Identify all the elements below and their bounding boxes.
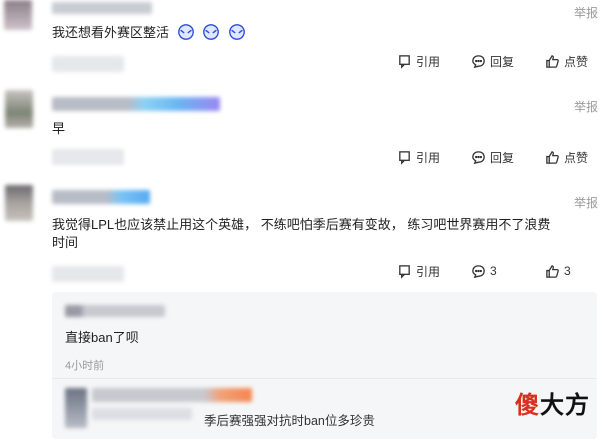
like-button[interactable]: 3 xyxy=(545,263,571,279)
quote-button[interactable]: 引用 xyxy=(397,263,440,279)
watermark-char-red: 傻 xyxy=(515,391,540,419)
like-button[interactable]: 点赞 xyxy=(545,149,588,165)
username[interactable] xyxy=(52,2,152,14)
comment-text: 我还想看外赛区整活 xyxy=(52,23,246,42)
reply-divider xyxy=(52,378,597,379)
report-link[interactable]: 举报 xyxy=(574,194,598,211)
thumbs-up-icon xyxy=(546,150,559,164)
comment-text-content: 我还想看外赛区整活 xyxy=(52,25,170,40)
timestamp xyxy=(52,149,124,165)
comment-text-line: 我觉得LPL也应该禁止用这个英雄， 不练吧怕季后赛有变故， 练习吧世界赛用不了浪… xyxy=(52,217,551,232)
quote-icon xyxy=(399,54,410,69)
reply-avatar[interactable] xyxy=(65,388,87,428)
comment-text: 早 xyxy=(52,121,66,136)
watermark-char-black: 大方 xyxy=(540,391,590,419)
like-label: 点赞 xyxy=(564,150,589,165)
username[interactable] xyxy=(52,190,150,204)
reply-bubble-icon xyxy=(472,54,485,68)
username[interactable] xyxy=(52,97,220,111)
quote-icon xyxy=(399,150,410,165)
avatar[interactable] xyxy=(5,90,33,128)
avatar[interactable] xyxy=(5,185,33,221)
quote-label: 引用 xyxy=(416,150,441,165)
reply-username[interactable] xyxy=(92,388,252,402)
reply-text: 直接ban了呗 xyxy=(65,330,139,345)
like-button[interactable]: 点赞 xyxy=(545,53,588,69)
comment-text: 我觉得LPL也应该禁止用这个英雄， 不练吧怕季后赛有变故， 练习吧世界赛用不了浪… xyxy=(52,216,597,252)
thumbs-up-icon xyxy=(546,54,559,68)
reply-bubble-icon xyxy=(472,264,485,278)
reply-time: 4小时前 xyxy=(65,360,105,372)
report-link[interactable]: 举报 xyxy=(574,98,598,115)
emoji-icon xyxy=(177,24,194,40)
quote-button[interactable]: 引用 xyxy=(397,53,440,69)
timestamp xyxy=(52,266,124,282)
reply-label: 回复 xyxy=(490,150,515,165)
emoji-icon xyxy=(203,24,220,40)
avatar[interactable] xyxy=(4,0,32,30)
thumbs-up-icon xyxy=(546,264,559,278)
reply-button[interactable]: 3 xyxy=(471,263,497,279)
like-count: 3 xyxy=(564,264,571,278)
report-link[interactable]: 举报 xyxy=(574,4,598,21)
timestamp xyxy=(52,56,124,72)
quote-icon xyxy=(399,264,410,279)
reply-bubble-icon xyxy=(472,150,485,164)
comment-text-line: 时间 xyxy=(52,235,79,250)
reply-button[interactable]: 回复 xyxy=(471,149,514,165)
watermark-logo: 傻大方 xyxy=(515,385,590,420)
like-label: 点赞 xyxy=(564,54,589,69)
reply-count: 3 xyxy=(490,264,497,278)
emoji-icon xyxy=(229,24,245,40)
quote-button[interactable]: 引用 xyxy=(397,149,440,165)
reply-button[interactable]: 回复 xyxy=(471,53,514,69)
reply-label: 回复 xyxy=(490,54,515,69)
quote-label: 引用 xyxy=(416,264,441,279)
reply-username[interactable] xyxy=(65,305,165,317)
reply-username-tag xyxy=(92,408,192,420)
reply-text: 季后赛强强对抗时ban位多珍贵 xyxy=(204,414,375,428)
quote-label: 引用 xyxy=(416,54,441,69)
